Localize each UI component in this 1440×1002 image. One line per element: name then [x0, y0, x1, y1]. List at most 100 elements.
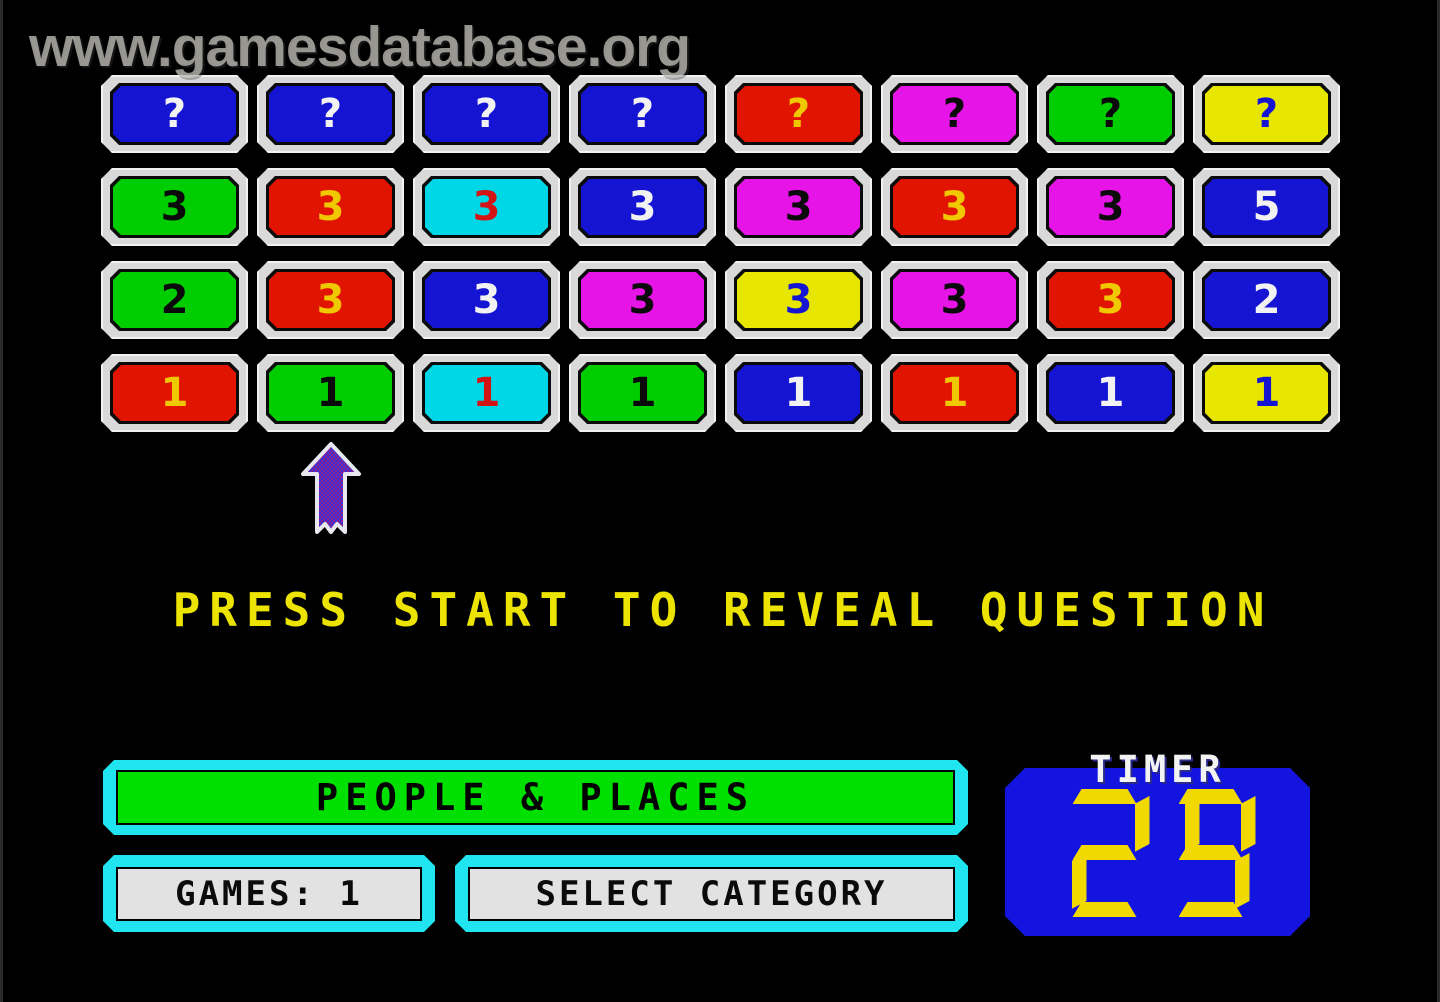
board-tile[interactable]: 3 — [101, 168, 248, 246]
games-inner-panel: GAMES: 1 — [116, 866, 422, 921]
tile-value-label: 3 — [784, 184, 813, 230]
tile-face: 3 — [737, 272, 860, 328]
board-tile[interactable]: ? — [257, 75, 404, 153]
tile-face: 3 — [425, 272, 548, 328]
board-tile[interactable]: ? — [1193, 75, 1340, 153]
tile-face: 3 — [269, 179, 392, 235]
tile-question-mark: ? — [474, 91, 499, 137]
timer-segment-b — [1134, 796, 1150, 852]
board-tile[interactable]: 3 — [569, 168, 716, 246]
prompt-text: PRESS START TO REVEAL QUESTION — [172, 583, 1274, 637]
tile-face: 3 — [269, 272, 392, 328]
board-tile[interactable]: 1 — [725, 354, 872, 432]
tile-face: ? — [737, 86, 860, 142]
tile-face: ? — [269, 86, 392, 142]
tile-value-label: 3 — [316, 184, 345, 230]
board-tile[interactable]: 3 — [725, 261, 872, 339]
timer-segment-d — [1072, 902, 1137, 917]
tile-value-label: 3 — [1096, 277, 1125, 323]
board-tile[interactable]: 3 — [413, 261, 560, 339]
board-tile[interactable]: 3 — [413, 168, 560, 246]
category-display-bar: PEOPLE & PLACES — [103, 760, 968, 835]
board-tile[interactable]: 1 — [1193, 354, 1340, 432]
timer-digit — [1165, 787, 1257, 919]
tile-value-label: 1 — [1096, 370, 1125, 416]
tile-question-mark: ? — [162, 91, 187, 137]
question-board-grid: ???????? 3 3 3 3 3 3 3 5 2 3 3 3 3 3 3 2 1 1 1 1 1 1 1 1 — [101, 75, 1346, 432]
board-tile[interactable]: 2 — [101, 261, 248, 339]
tile-value-label: 5 — [1252, 184, 1281, 230]
tile-value-label: 1 — [472, 370, 501, 416]
tile-value-label: 3 — [628, 184, 657, 230]
timer-segment-b — [1240, 796, 1256, 852]
tile-face: 3 — [113, 179, 236, 235]
tile-face: 1 — [1049, 365, 1172, 421]
timer-segment-a — [1072, 789, 1137, 804]
category-label: PEOPLE & PLACES — [315, 776, 756, 819]
board-tile[interactable]: 3 — [257, 261, 404, 339]
tile-face: 1 — [113, 365, 236, 421]
board-tile[interactable]: 3 — [881, 261, 1028, 339]
board-tile[interactable]: 1 — [1037, 354, 1184, 432]
board-tile[interactable]: 3 — [1037, 168, 1184, 246]
board-tile[interactable]: 3 — [725, 168, 872, 246]
timer-segment-d — [1178, 902, 1243, 917]
tile-question-mark: ? — [786, 91, 811, 137]
tile-value-label: 3 — [628, 277, 657, 323]
tile-face: ? — [893, 86, 1016, 142]
games-count-label: GAMES: 1 — [175, 873, 363, 914]
tile-face: 3 — [581, 179, 704, 235]
tile-face: ? — [425, 86, 548, 142]
board-tile[interactable]: 1 — [257, 354, 404, 432]
tile-face: ? — [113, 86, 236, 142]
timer-value-display — [1005, 778, 1310, 928]
tile-face: 3 — [1049, 179, 1172, 235]
board-tile[interactable]: ? — [1037, 75, 1184, 153]
tile-value-label: 1 — [316, 370, 345, 416]
tile-value-label: 2 — [1252, 277, 1281, 323]
board-tile[interactable]: 1 — [569, 354, 716, 432]
board-tile[interactable]: 5 — [1193, 168, 1340, 246]
site-watermark: www.gamesdatabase.org — [29, 15, 691, 79]
board-tile[interactable]: 1 — [413, 354, 560, 432]
board-tile[interactable]: 3 — [257, 168, 404, 246]
timer-segment-e — [1071, 853, 1087, 909]
tile-value-label: 1 — [160, 370, 189, 416]
tile-face: 3 — [893, 179, 1016, 235]
tile-value-label: 3 — [472, 184, 501, 230]
tile-value-label: 2 — [160, 277, 189, 323]
game-screen: www.gamesdatabase.org ???????? 3 3 3 3 3 3 3 5 2 3… — [0, 0, 1440, 1002]
board-tile[interactable]: 3 — [1037, 261, 1184, 339]
board-tile[interactable]: ? — [725, 75, 872, 153]
board-tile[interactable]: ? — [101, 75, 248, 153]
board-tile[interactable]: 2 — [1193, 261, 1340, 339]
tile-question-mark: ? — [1254, 91, 1279, 137]
board-tile[interactable]: ? — [881, 75, 1028, 153]
tile-face: 1 — [737, 365, 860, 421]
board-tile[interactable]: 3 — [881, 168, 1028, 246]
board-tile[interactable]: ? — [569, 75, 716, 153]
select-category-label: SELECT CATEGORY — [535, 873, 888, 914]
tile-face: 3 — [581, 272, 704, 328]
tile-face: 1 — [425, 365, 548, 421]
timer-segment-g — [1072, 845, 1137, 860]
board-tile[interactable]: 3 — [569, 261, 716, 339]
timer-segment-a — [1178, 789, 1243, 804]
games-counter-button[interactable]: GAMES: 1 — [103, 855, 435, 932]
board-tile[interactable]: ? — [413, 75, 560, 153]
tile-value-label: 1 — [1252, 370, 1281, 416]
tile-face: ? — [1205, 86, 1328, 142]
tile-value-label: 1 — [628, 370, 657, 416]
tile-face: 3 — [425, 179, 548, 235]
tile-value-label: 3 — [940, 184, 969, 230]
select-category-inner-panel: SELECT CATEGORY — [468, 866, 955, 921]
board-tile[interactable]: 1 — [101, 354, 248, 432]
tile-face: ? — [1049, 86, 1172, 142]
select-category-button[interactable]: SELECT CATEGORY — [455, 855, 968, 932]
tile-face: 1 — [893, 365, 1016, 421]
board-tile[interactable]: 1 — [881, 354, 1028, 432]
up-arrow-cursor[interactable] — [299, 440, 363, 540]
tile-face: 5 — [1205, 179, 1328, 235]
timer-segment-c — [1234, 853, 1250, 909]
tile-face: 1 — [581, 365, 704, 421]
